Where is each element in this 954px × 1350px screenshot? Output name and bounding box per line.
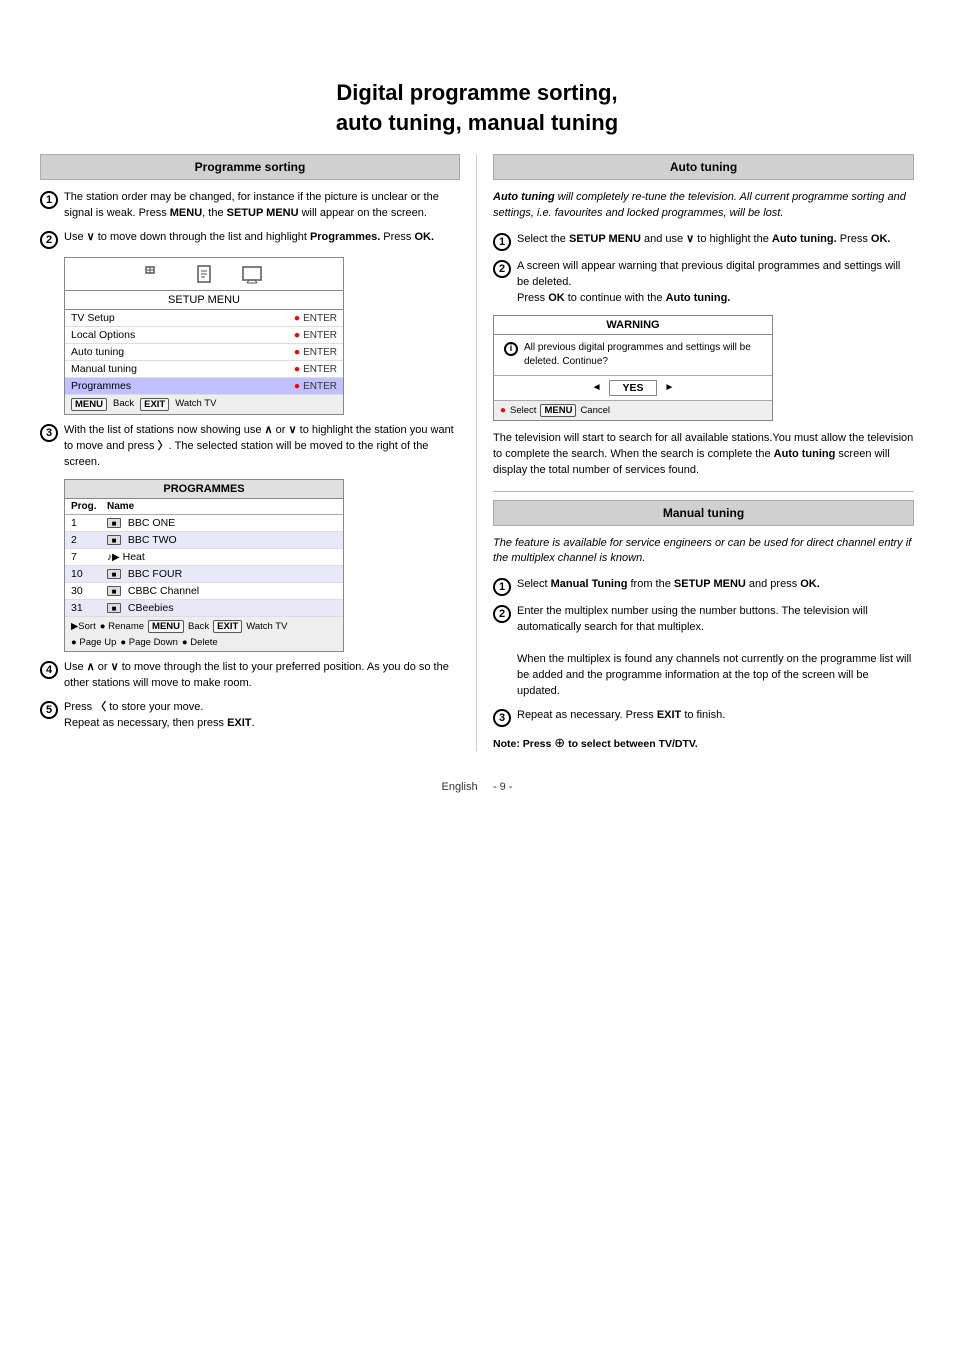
prog-row-2: 2 ■ BBC TWO — [65, 532, 343, 549]
manual-step-3-text: Repeat as necessary. Press EXIT to finis… — [517, 708, 725, 724]
menu-row-local-options: Local Options● ENTER — [65, 327, 343, 344]
menu-icons-row — [65, 258, 343, 291]
right-column: Auto tuning Auto tuning will completely … — [477, 154, 914, 751]
manual-step-2: 2 Enter the multiplex number using the n… — [493, 604, 914, 700]
auto-step-1-text: Select the SETUP MENU and use ∨ to highl… — [517, 232, 890, 248]
warning-body: i All previous digital programmes and se… — [494, 335, 772, 376]
manual-step-2-num: 2 — [493, 605, 511, 623]
prog-row-7: 7 ♪▶ Heat — [65, 549, 343, 566]
prog-row-30: 30 ■ CBBC Channel — [65, 583, 343, 600]
step-2: 2 Use ∨ to move down through the list an… — [40, 230, 460, 249]
programmes-title: PROGRAMMES — [65, 480, 343, 499]
auto-tuning-intro: Auto tuning will completely re-tune the … — [493, 190, 914, 222]
step-5: 5 Press 〈 to store your move. Repeat as … — [40, 700, 460, 732]
menu-row-auto-tuning: Auto tuning● ENTER — [65, 344, 343, 361]
step-4-text: Use ∧ or ∨ to move through the list to y… — [64, 660, 460, 692]
page-title-line1: Digital programme sorting, — [40, 80, 914, 106]
manual-step-1-num: 1 — [493, 578, 511, 596]
footer-lang: English — [442, 781, 478, 793]
manual-step-3-num: 3 — [493, 709, 511, 727]
warning-footer: ● Select MENU Cancel — [494, 401, 772, 420]
step-2-num: 2 — [40, 231, 58, 249]
auto-step-2: 2 A screen will appear warning that prev… — [493, 259, 914, 307]
menu-icon-tv — [238, 264, 266, 286]
manual-tuning-intro: The feature is available for service eng… — [493, 536, 914, 568]
menu-row-tv-setup: TV Setup● ENTER — [65, 310, 343, 327]
yes-arrow-left: ◄ — [592, 382, 602, 393]
yes-arrow-right: ► — [665, 382, 675, 393]
warning-title: WARNING — [494, 316, 772, 335]
manual-step-2-text: Enter the multiplex number using the num… — [517, 604, 914, 700]
step-2-text: Use ∨ to move down through the list and … — [64, 230, 434, 246]
prog-row-1: 1 ■ BBC ONE — [65, 515, 343, 532]
auto-tuning-after: The television will start to search for … — [493, 431, 914, 479]
programmes-box: PROGRAMMES Prog. Name 1 ■ BBC ONE 2 ■ BB… — [64, 479, 344, 652]
warning-text: All previous digital programmes and sett… — [524, 341, 762, 369]
yes-box: YES — [609, 380, 656, 396]
step-1-num: 1 — [40, 191, 58, 209]
step-5-text: Press 〈 to store your move. Repeat as ne… — [64, 700, 255, 732]
warning-footer-select: Select — [510, 405, 536, 416]
programme-sorting-header: Programme sorting — [40, 154, 460, 180]
manual-step-1: 1 Select Manual Tuning from the SETUP ME… — [493, 577, 914, 596]
step-1-text: The station order may be changed, for in… — [64, 190, 460, 222]
footer-page: - 9 - — [493, 781, 513, 793]
auto-step-1: 1 Select the SETUP MENU and use ∨ to hig… — [493, 232, 914, 251]
manual-step-1-text: Select Manual Tuning from the SETUP MENU… — [517, 577, 820, 593]
warning-footer-cancel: Cancel — [580, 405, 610, 416]
menu-footer: MENU Back EXIT Watch TV — [65, 395, 343, 414]
warning-info-icon: i — [504, 342, 518, 356]
step-1: 1 The station order may be changed, for … — [40, 190, 460, 222]
auto-step-2-text: A screen will appear warning that previo… — [517, 259, 914, 307]
step-5-num: 5 — [40, 701, 58, 719]
setup-menu-box: SETUP MENU TV Setup● ENTER Local Options… — [64, 257, 344, 415]
step-4: 4 Use ∧ or ∨ to move through the list to… — [40, 660, 460, 692]
prog-row-10: 10 ■ BBC FOUR — [65, 566, 343, 583]
manual-step-3: 3 Repeat as necessary. Press EXIT to fin… — [493, 708, 914, 727]
footer: English - 9 - — [40, 781, 914, 793]
menu-icon-document — [190, 264, 218, 286]
menu-icon-tools — [142, 264, 170, 286]
note-text: Note: Press ⊕ to select between TV/DTV. — [493, 735, 914, 751]
prog-header: Prog. Name — [65, 499, 343, 515]
step-3-num: 3 — [40, 424, 58, 442]
left-column: Programme sorting 1 The station order ma… — [40, 154, 477, 751]
auto-step-1-num: 1 — [493, 233, 511, 251]
warning-box: WARNING i All previous digital programme… — [493, 315, 773, 421]
auto-step-2-num: 2 — [493, 260, 511, 278]
step-3: 3 With the list of stations now showing … — [40, 423, 460, 471]
step-3-text: With the list of stations now showing us… — [64, 423, 460, 471]
page-title-line2: auto tuning, manual tuning — [40, 110, 914, 136]
step-4-num: 4 — [40, 661, 58, 679]
setup-menu-title: SETUP MENU — [65, 291, 343, 310]
auto-tuning-header: Auto tuning — [493, 154, 914, 180]
warning-yes-row: ◄ YES ► — [494, 376, 772, 401]
prog-row-31: 31 ■ CBeebies — [65, 600, 343, 617]
warning-footer-menu: MENU — [540, 404, 576, 417]
programmes-footer: ▶Sort ● Rename MENU Back EXIT Watch TV ●… — [65, 617, 343, 651]
manual-tuning-header: Manual tuning — [493, 500, 914, 526]
menu-row-programmes: Programmes● ENTER — [65, 378, 343, 395]
menu-row-manual-tuning: Manual tuning● ENTER — [65, 361, 343, 378]
